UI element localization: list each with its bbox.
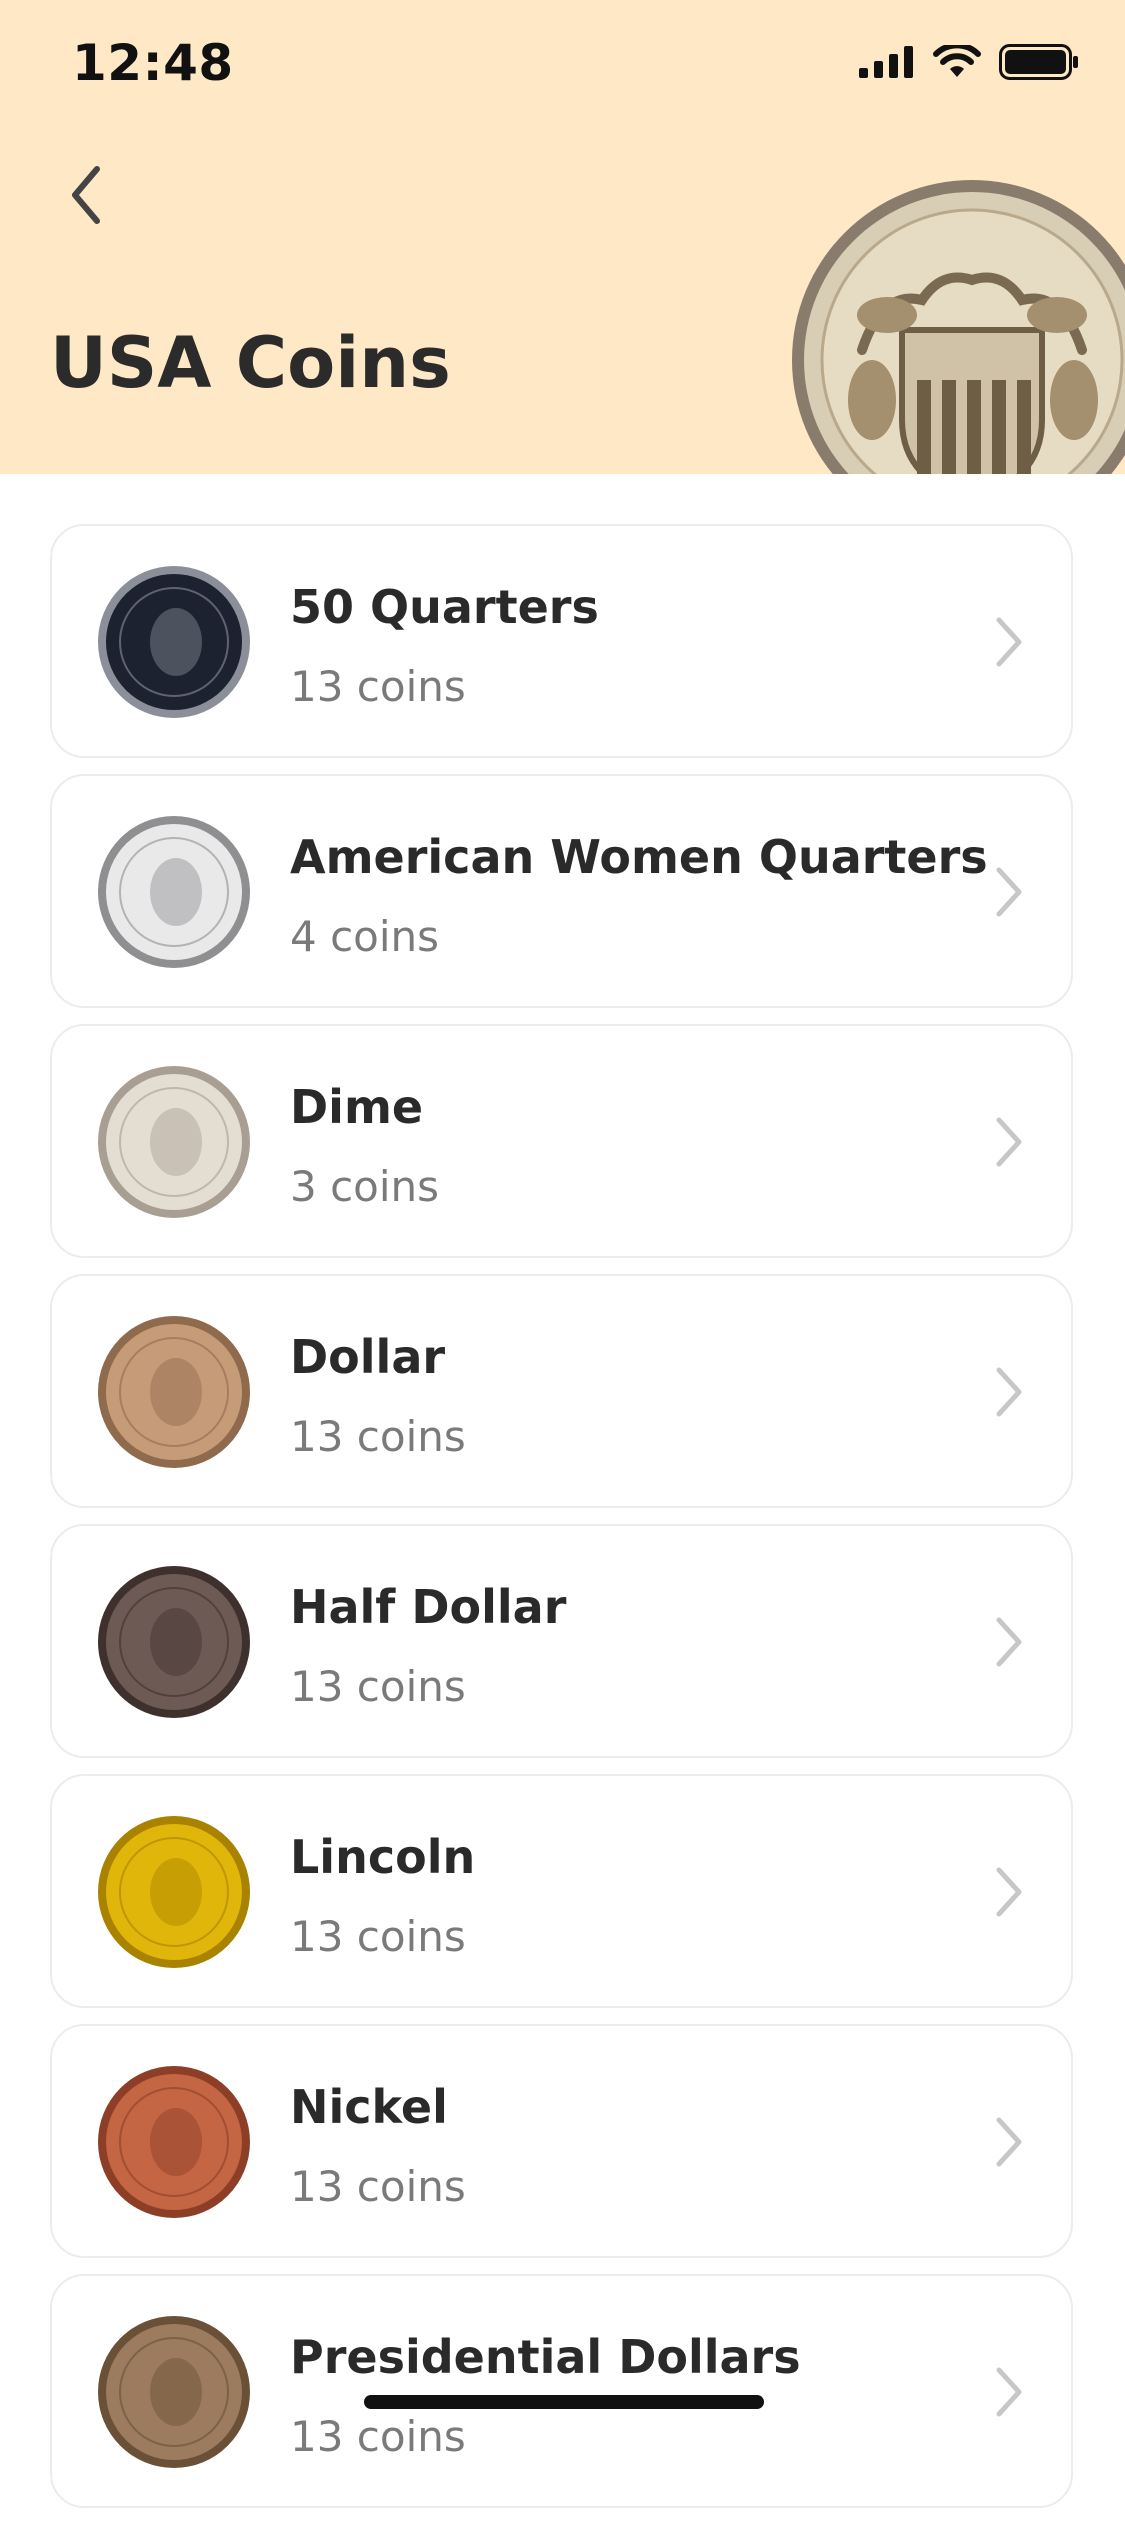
chevron-left-icon: [72, 166, 100, 224]
category-card[interactable]: Dollar 13 coins: [50, 1274, 1073, 1508]
chevron-right-icon: [996, 1117, 1022, 1167]
coin-thumbnail: [98, 1566, 250, 1718]
category-name: Half Dollar: [290, 1580, 567, 1634]
coin-thumbnail: [98, 1816, 250, 1968]
coin-thumbnail: [98, 566, 250, 718]
category-coin-count: 4 coins: [290, 912, 440, 961]
status-icons: [859, 44, 1079, 80]
category-card[interactable]: Nickel 13 coins: [50, 2024, 1073, 2258]
coin-thumbnail: [98, 1316, 250, 1468]
header: 12:48 USA Coins: [0, 0, 1125, 474]
coin-thumbnail: [98, 2066, 250, 2218]
category-name: Lincoln: [290, 1830, 476, 1884]
category-coin-count: 13 coins: [290, 662, 466, 711]
category-card[interactable]: Dime 3 coins: [50, 1024, 1073, 1258]
category-name: Presidential Dollars: [290, 2330, 801, 2384]
battery-icon: [999, 44, 1078, 80]
category-name: 50 Quarters: [290, 580, 599, 634]
shield-nickel-coin-image: [792, 180, 1125, 474]
coin-category-list: 50 Quarters 13 coins American Women Quarte…: [50, 524, 1075, 2524]
category-coin-count: 13 coins: [290, 2412, 466, 2461]
coin-thumbnail: [98, 2316, 250, 2468]
category-card[interactable]: Half Dollar 13 coins: [50, 1524, 1073, 1758]
category-name: Nickel: [290, 2080, 448, 2134]
category-card[interactable]: Lincoln 13 coins: [50, 1774, 1073, 2008]
category-coin-count: 3 coins: [290, 1162, 440, 1211]
chevron-right-icon: [996, 1367, 1022, 1417]
category-name: Dime: [290, 1080, 424, 1134]
chevron-right-icon: [996, 867, 1022, 917]
chevron-right-icon: [996, 2367, 1022, 2417]
category-name: Dollar: [290, 1330, 446, 1384]
category-name: American Women Quarters: [290, 830, 988, 884]
category-card[interactable]: American Women Quarters 4 coins: [50, 774, 1073, 1008]
page-title: USA Coins: [50, 322, 451, 404]
category-coin-count: 13 coins: [290, 1412, 466, 1461]
category-card[interactable]: Presidential Dollars 13 coins: [50, 2274, 1073, 2508]
category-card[interactable]: 50 Quarters 13 coins: [50, 524, 1073, 758]
coin-thumbnail: [98, 816, 250, 968]
back-button[interactable]: [50, 160, 120, 230]
chevron-right-icon: [996, 617, 1022, 667]
chevron-right-icon: [996, 1617, 1022, 1667]
category-coin-count: 13 coins: [290, 1662, 466, 1711]
home-indicator: [364, 2395, 764, 2409]
category-coin-count: 13 coins: [290, 2162, 466, 2211]
wifi-icon: [933, 45, 981, 77]
status-time: 12:48: [72, 34, 234, 92]
coin-thumbnail: [98, 1066, 250, 1218]
category-coin-count: 13 coins: [290, 1912, 466, 1961]
cellular-signal-icon: [859, 46, 913, 78]
chevron-right-icon: [996, 1867, 1022, 1917]
chevron-right-icon: [996, 2117, 1022, 2167]
